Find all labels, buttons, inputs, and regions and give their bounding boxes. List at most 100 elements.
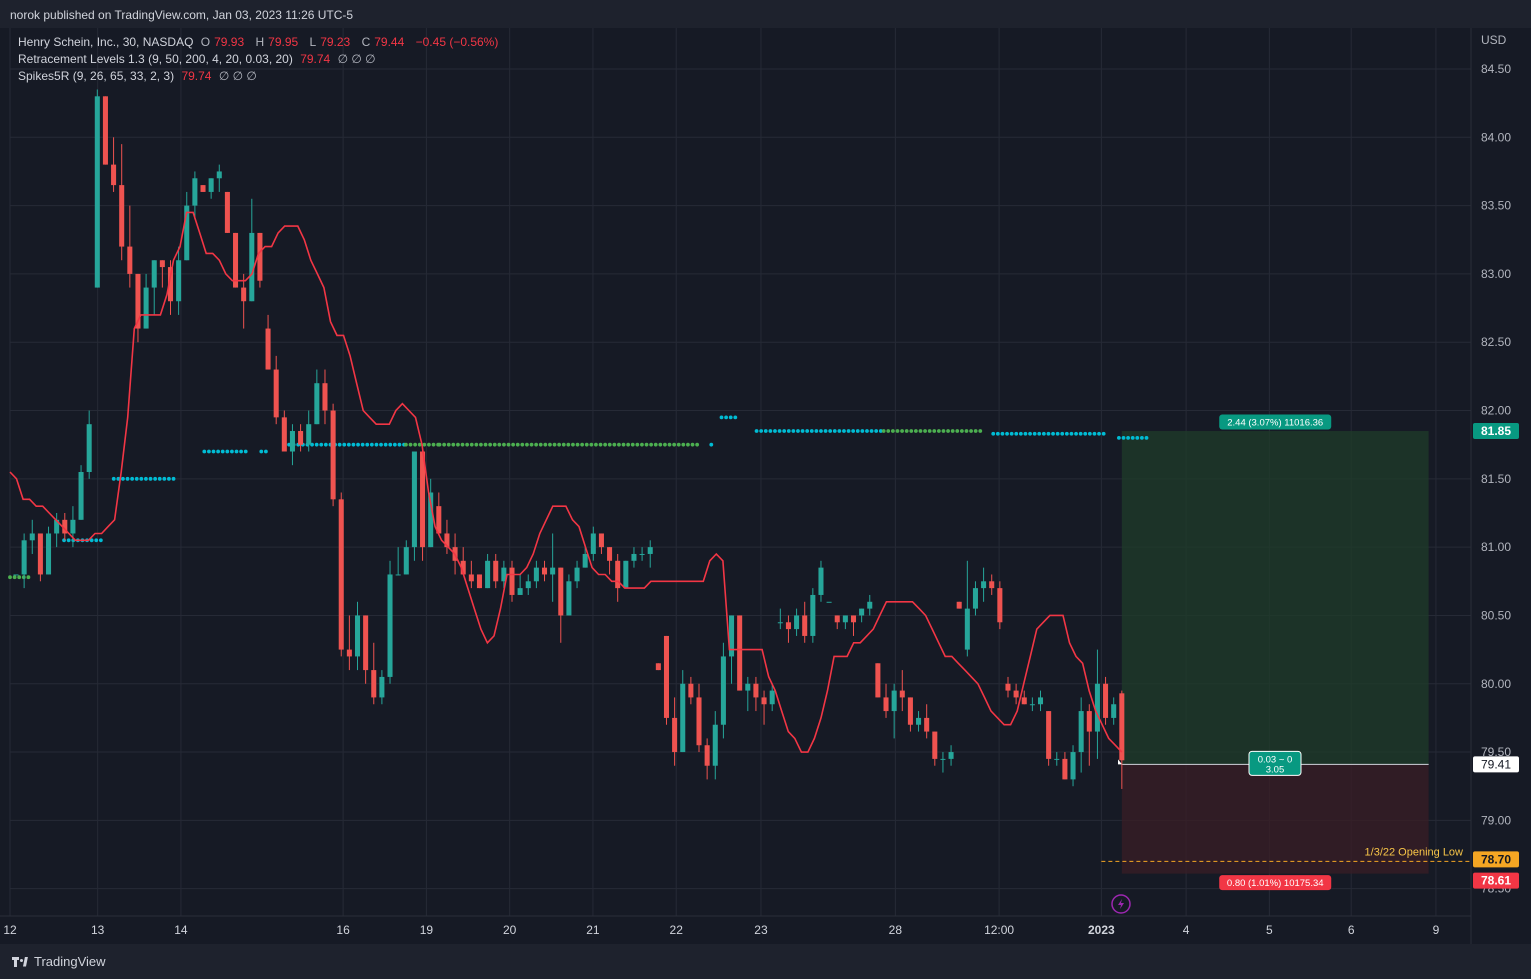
candle-body[interactable] [672,717,678,753]
candle-body[interactable] [997,588,1003,623]
candle-body[interactable] [704,745,710,766]
candle-body[interactable] [785,622,791,630]
candle-body[interactable] [208,178,214,192]
candle-body[interactable] [810,594,816,636]
candle-body[interactable] [607,547,613,561]
candle-body[interactable] [298,431,304,445]
candle-body[interactable] [777,622,783,624]
profit-zone[interactable] [1121,431,1429,765]
candle-body[interactable] [241,287,247,302]
candle-body[interactable] [981,581,987,589]
candle-body[interactable] [403,547,409,575]
candle-body[interactable] [802,615,808,636]
candle-body[interactable] [615,560,621,589]
candle-body[interactable] [1094,683,1100,732]
candle-body[interactable] [330,410,336,500]
candle-body[interactable] [924,717,930,732]
legend-indicator-2[interactable]: Spikes5R (9, 26, 65, 33, 2, 3) 79.74 ∅ ∅… [18,68,502,85]
candle-body[interactable] [533,567,539,582]
candle-body[interactable] [875,663,881,698]
candle-body[interactable] [720,656,726,725]
candle-body[interactable] [346,649,352,657]
candle-body[interactable] [891,690,897,712]
price-chart[interactable]: 84.50 84.00 83.50 83.00 82.50 82.00 81.50 81.00… [0,28,1531,944]
candle-body[interactable] [794,615,800,630]
candle-body[interactable] [37,533,43,575]
candle-body[interactable] [1086,711,1092,732]
candle-body[interactable] [13,574,19,576]
candle-body[interactable] [696,697,702,746]
symbol-name[interactable]: Henry Schein, Inc., 30, NASDAQ [18,35,193,49]
candle-body[interactable] [379,676,385,698]
candle-body[interactable] [964,608,970,650]
tradingview-brand[interactable]: TradingView [12,954,106,969]
candle-body[interactable] [94,96,100,288]
candle-body[interactable] [972,588,978,609]
candle-body[interactable] [224,191,230,233]
candle-body[interactable] [192,178,198,206]
candle-body[interactable] [119,185,125,247]
candle-body[interactable] [1037,697,1044,705]
candle-body[interactable] [1054,758,1060,760]
candle-body[interactable] [883,697,889,712]
candle-body[interactable] [1005,683,1011,691]
candle-body[interactable] [127,246,133,274]
candle-body[interactable] [907,697,913,725]
candle-body[interactable] [1078,711,1084,753]
candle-body[interactable] [70,519,76,534]
candle-body[interactable] [289,431,295,452]
flash-icon[interactable] [1111,894,1131,914]
candle-body[interactable] [859,608,865,616]
candle-body[interactable] [688,683,694,698]
candle-body[interactable] [176,260,182,302]
candle-body[interactable] [517,588,523,595]
candle-body[interactable] [111,164,117,186]
candle-body[interactable] [826,601,832,603]
candle-body[interactable] [281,417,287,452]
legend-indicator-1[interactable]: Retracement Levels 1.3 (9, 50, 200, 4, 2… [18,51,502,68]
candle-body[interactable] [371,670,377,698]
candle-body[interactable] [1013,690,1019,698]
candle-body[interactable] [1021,697,1027,705]
candle-body[interactable] [899,690,905,698]
candle-body[interactable] [387,574,393,677]
candle-body[interactable] [476,574,482,589]
candle-body[interactable] [411,451,417,548]
candle-body[interactable] [273,369,279,418]
candle-body[interactable] [867,601,873,609]
candle-body[interactable] [1103,683,1109,718]
candle-body[interactable] [143,287,149,329]
candle-body[interactable] [558,567,564,616]
candle-body[interactable] [712,724,718,766]
candle-body[interactable] [639,553,645,555]
candle-body[interactable] [151,260,157,288]
candle-body[interactable] [916,717,922,725]
candle-body[interactable] [233,232,239,288]
candle-body[interactable] [647,547,653,554]
candle-body[interactable] [102,96,108,165]
candle-body[interactable] [1111,704,1117,718]
candle-body[interactable] [78,472,84,520]
candle-body[interactable] [761,697,767,705]
candle-body[interactable] [21,540,27,575]
candle-body[interactable] [509,567,515,595]
candle-body[interactable] [468,574,474,582]
candle-body[interactable] [582,553,588,568]
candle-body[interactable] [46,533,52,575]
candle-body[interactable] [834,615,840,623]
candle-body[interactable] [680,683,686,753]
candle-body[interactable] [493,560,499,582]
candle-body[interactable] [1046,711,1052,759]
candle-body[interactable] [1062,758,1068,780]
candle-body[interactable] [623,560,629,589]
candle-body[interactable] [655,663,661,671]
candle-body[interactable] [566,581,572,616]
candle-body[interactable] [200,185,206,192]
candle-body[interactable] [354,615,361,657]
candle-body[interactable] [818,567,824,595]
candle-body[interactable] [842,615,848,623]
candle-body[interactable] [737,615,743,691]
candle-body[interactable] [631,553,637,561]
candle-body[interactable] [306,424,312,445]
candle-body[interactable] [574,567,580,582]
